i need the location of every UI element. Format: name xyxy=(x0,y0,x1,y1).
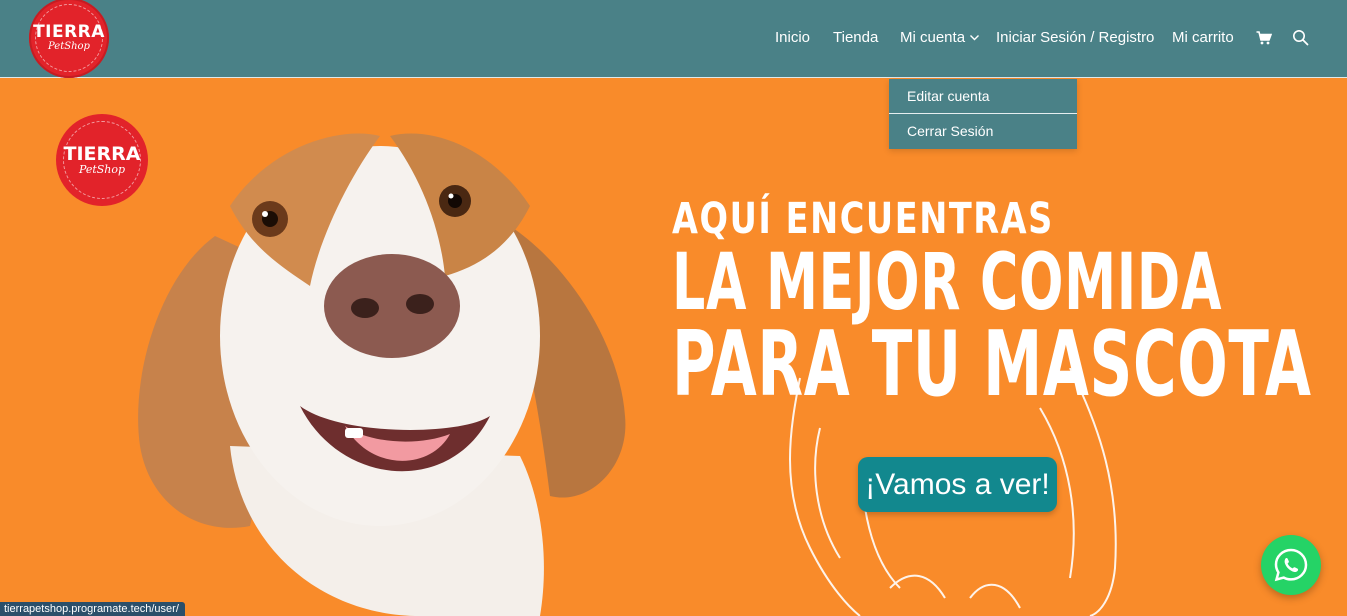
dropdown-cerrar-sesion[interactable]: Cerrar Sesión xyxy=(889,114,1077,148)
browser-status-url: tierrapetshop.programate.tech/user/ xyxy=(0,602,185,616)
hero-line3: PARA TU MASCOTA xyxy=(672,312,1312,417)
nav-tienda[interactable]: Tienda xyxy=(833,29,878,46)
site-header: TIERRA PetShop Inicio Tienda Mi cuenta I… xyxy=(0,0,1347,78)
search-icon[interactable] xyxy=(1292,29,1309,46)
hero-line1: AQUÍ ENCUENTRAS xyxy=(672,194,1054,244)
main-nav: Inicio Tienda Mi cuenta Iniciar Sesión /… xyxy=(0,0,1347,77)
beagle-image xyxy=(138,133,626,616)
whatsapp-icon xyxy=(1274,548,1308,582)
chevron-down-icon[interactable] xyxy=(969,32,980,43)
vamos-a-ver-button[interactable]: ¡Vamos a ver! xyxy=(858,457,1057,512)
cart-icon[interactable] xyxy=(1256,31,1272,45)
hero-banner: TIERRA PetShop AQUÍ ENCUENTRAS LA MEJOR … xyxy=(0,78,1347,616)
hero-logo: TIERRA PetShop xyxy=(56,114,148,206)
nav-iniciar-sesion[interactable]: Iniciar Sesión / Registro xyxy=(996,29,1154,46)
dropdown-editar-cuenta[interactable]: Editar cuenta xyxy=(889,79,1077,113)
whatsapp-button[interactable] xyxy=(1261,535,1321,595)
nav-mi-carrito[interactable]: Mi carrito xyxy=(1172,29,1234,46)
hero-logo-dashed-ring xyxy=(63,121,141,199)
nav-inicio[interactable]: Inicio xyxy=(775,29,810,46)
mi-cuenta-dropdown: Editar cuenta Cerrar Sesión xyxy=(889,79,1077,149)
nav-mi-cuenta[interactable]: Mi cuenta xyxy=(900,29,965,46)
